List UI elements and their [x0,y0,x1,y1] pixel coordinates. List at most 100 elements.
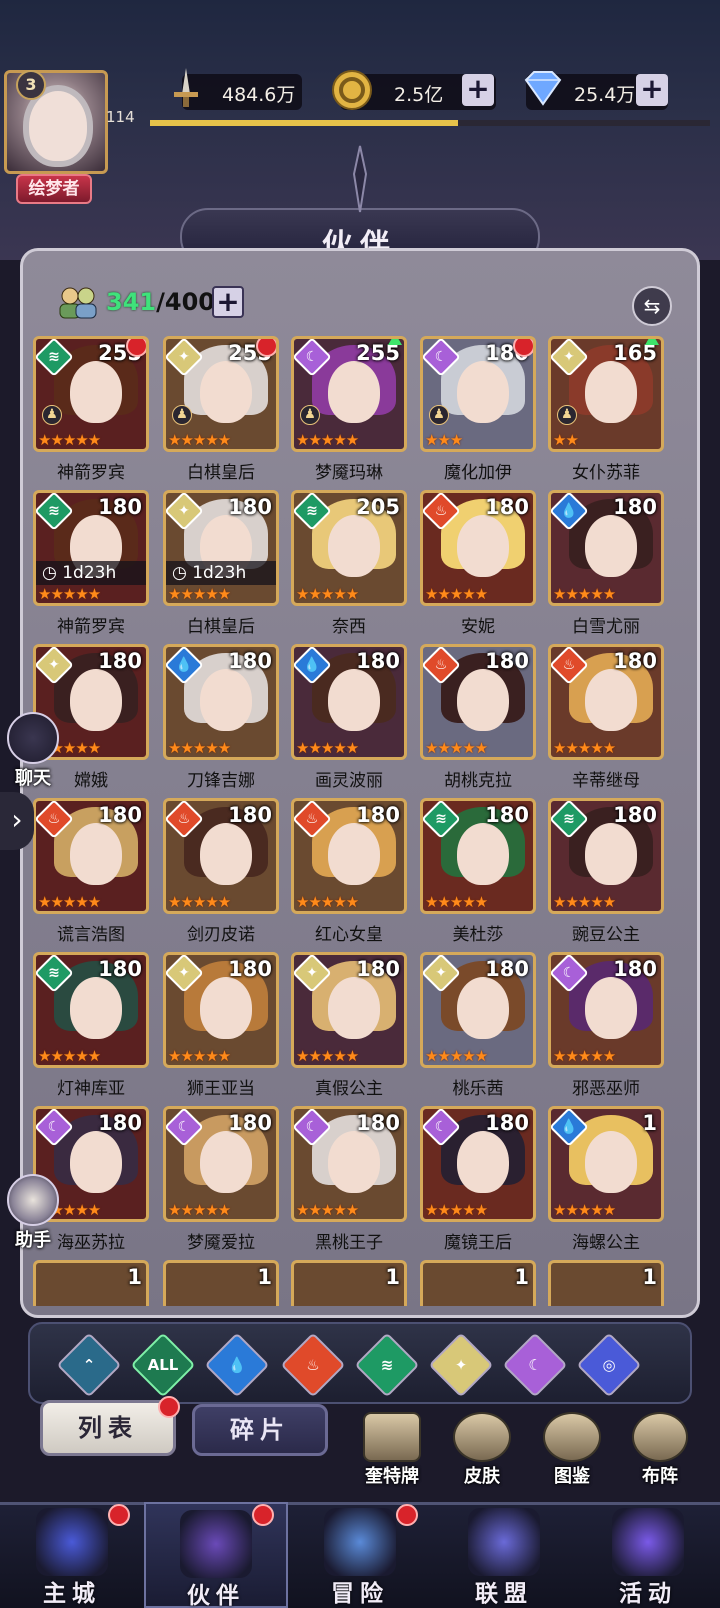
hero-level: 180 [98,803,142,827]
tab-list-badge [158,1396,180,1418]
upgrade-arrow-icon [388,339,402,345]
hero-card[interactable]: ✦ 165 ♟ ★★ [548,336,664,452]
hero-card[interactable]: 1 [291,1260,407,1306]
dark-icon: ☾ [528,1356,542,1374]
hero-portrait-face [70,977,122,1039]
hero-portrait-face [200,1131,252,1193]
hero-level: 1 [385,1265,400,1289]
hero-name: 魔镜王后 [444,1233,512,1253]
hero-card[interactable]: 1 [548,1260,664,1306]
hero-portrait-face [70,823,122,885]
hero-timer: ◷ 1d23h [166,561,276,585]
hero-portrait-face [585,1131,637,1193]
hero-card[interactable]: ✦ 180 ★★★★★ [291,952,407,1068]
hero-card[interactable]: 1 [33,1260,149,1306]
hero-card[interactable]: 💧 1 ★★★★★ [548,1106,664,1222]
hero-stars: ★★★★★ [296,1047,359,1065]
assistant-label: 助手 [15,1230,51,1251]
chat-button[interactable]: 聊天 [4,712,62,790]
hero-stars: ★★★★★ [553,739,616,757]
nav-label: 主城 [43,1581,101,1607]
hero-card[interactable]: 1 [163,1260,279,1306]
nav-icon [468,1508,540,1576]
hero-card[interactable]: ≋ 255 ♟ ★★★★★ [33,336,149,452]
sidebar-expand-arrow[interactable]: › [0,792,34,850]
hero-stars: ★★★★★ [38,431,101,449]
skins-button[interactable]: 皮肤 [446,1412,518,1488]
hero-card[interactable]: 💧 180 ★★★★★ [548,490,664,606]
add-diamond-button[interactable]: + [636,74,668,106]
assistant-button[interactable]: 助手 [4,1174,62,1252]
hero-card[interactable]: ≋ 180 ★★★★★ [548,798,664,914]
hero-level: 180 [228,957,272,981]
hero-name: 奈西 [332,617,366,637]
hero-level: 180 [228,1111,272,1135]
hero-name: 真假公主 [315,1079,383,1099]
hero-name: 辛蒂继母 [572,771,640,791]
notification-badge [126,339,146,357]
hero-card[interactable]: ☾ 180 ★★★★★ [291,1106,407,1222]
quest-cards-button[interactable]: 奎特牌 [356,1412,428,1488]
hero-card[interactable]: 1 [420,1260,536,1306]
hero-name: 灯神库亚 [57,1079,125,1099]
codex-button[interactable]: 图鉴 [536,1412,608,1488]
hero-portrait-face [328,977,380,1039]
nav-badge [252,1504,274,1526]
sort-swap-button[interactable]: ⇆ [632,286,672,326]
hero-card[interactable]: ≋ 205 ★★★★★ [291,490,407,606]
hero-portrait-face [457,977,509,1039]
cards-icon [363,1412,421,1462]
tab-list[interactable]: 列表 [40,1400,176,1456]
hero-card[interactable]: ☾ 180 ★★★★★ [548,952,664,1068]
hero-card[interactable]: 💧 180 ★★★★★ [291,644,407,760]
hero-level: 180 [356,957,400,981]
hero-card[interactable]: ≋ 180 ★★★★★ [420,798,536,914]
hero-card[interactable]: ≋ 180 ★★★★★ [33,952,149,1068]
friends-icon [59,287,97,319]
hero-level: 180 [98,957,142,981]
hero-card[interactable]: ☾ 255 ♟ ★★★★★ [291,336,407,452]
player-title-badge[interactable]: 绘梦者 [16,174,92,204]
hero-card[interactable]: ☾ 180 ★★★★★ [420,1106,536,1222]
hero-stars: ★★★★★ [168,893,231,911]
hero-card[interactable]: ✦ 180 ★★★★★ [420,952,536,1068]
nav-4[interactable]: 活动 [576,1502,720,1608]
chess-piece-icon: ♟ [429,405,449,425]
cosmic-icon: ◎ [602,1356,616,1374]
hero-portrait-face [457,823,509,885]
chess-piece-icon: ♟ [557,405,577,425]
hero-card[interactable]: ≋ 180 ◷ 1d23h ★★★★★ [33,490,149,606]
hero-portrait-face [328,669,380,731]
hero-card[interactable]: 💧 180 ★★★★★ [163,644,279,760]
hero-level: 1 [127,1265,142,1289]
hero-card[interactable]: ♨ 180 ★★★★★ [33,798,149,914]
expand-roster-button[interactable]: + [212,286,244,318]
hero-card[interactable]: ✦ 255 ♟ ★★★★★ [163,336,279,452]
hero-stars: ★★★★★ [425,585,488,603]
hero-card[interactable]: ✦ 180 ★★★★★ [163,952,279,1068]
hero-portrait-face [70,361,122,423]
hero-name: 剑刃皮诺 [187,925,255,945]
hero-name: 画灵波丽 [315,771,383,791]
hero-card[interactable]: ♨ 180 ★★★★★ [420,490,536,606]
hero-card[interactable]: ☾ 180 ♟ ★★★ [420,336,536,452]
hero-card[interactable]: ✦ 180 ◷ 1d23h ★★★★★ [163,490,279,606]
water-icon: 💧 [227,1356,247,1374]
hero-card[interactable]: ♨ 180 ★★★★★ [548,644,664,760]
nav-badge [396,1504,418,1526]
hero-portrait-face [200,977,252,1039]
hero-name: 邪恶巫师 [572,1079,640,1099]
nav-3[interactable]: 联盟 [432,1502,576,1608]
add-gold-button[interactable]: + [462,74,494,106]
tab-fragments[interactable]: 碎片 [192,1404,328,1456]
hero-name: 狮王亚当 [187,1079,255,1099]
hero-card[interactable]: ☾ 180 ★★★★★ [163,1106,279,1222]
hero-portrait-face [457,515,509,577]
hero-card[interactable]: ♨ 180 ★★★★★ [291,798,407,914]
hero-name: 桃乐茜 [452,1079,504,1099]
hero-card[interactable]: ♨ 180 ★★★★★ [163,798,279,914]
formation-button[interactable]: 布阵 [624,1412,696,1488]
nav-label: 活动 [619,1581,677,1607]
hero-card[interactable]: ♨ 180 ★★★★★ [420,644,536,760]
roster-count: 341/400 [106,288,215,316]
